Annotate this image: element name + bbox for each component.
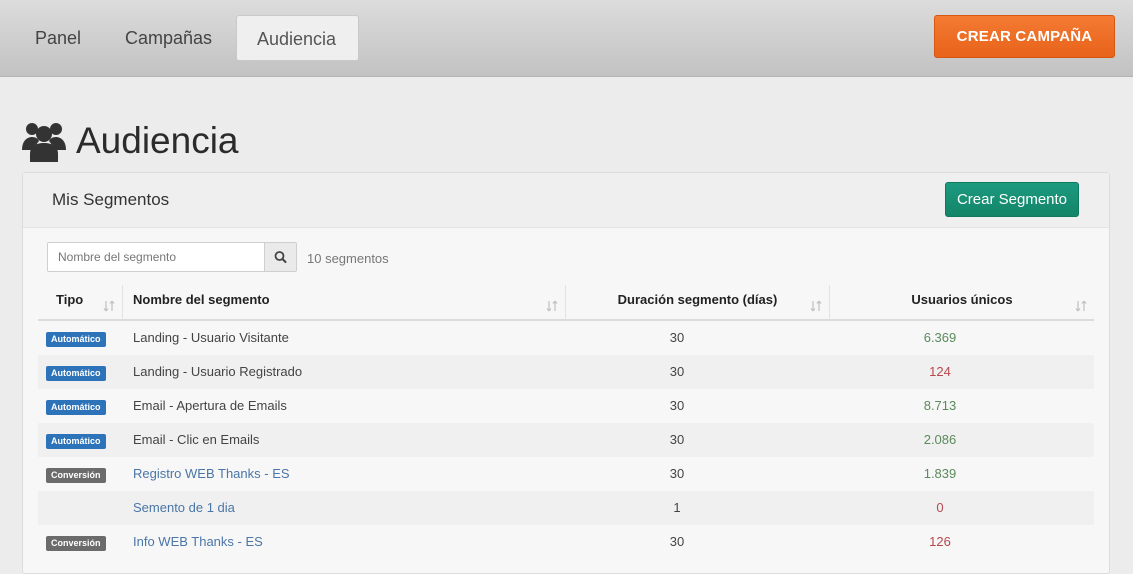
segment-duration: 30: [669, 364, 685, 379]
type-badge: Conversión: [46, 536, 106, 551]
segment-duration: 1: [673, 500, 681, 515]
search-group: [47, 242, 297, 272]
column-header-label: Nombre del segmento: [133, 292, 270, 307]
table-row[interactable]: Conversión Info WEB Thanks - ES 30 126: [38, 525, 1094, 559]
create-segment-button[interactable]: Crear Segmento: [945, 182, 1079, 217]
create-campaign-button[interactable]: CREAR CAMPAÑA: [934, 15, 1115, 58]
sort-icon: [810, 300, 822, 312]
segment-duration: 30: [669, 398, 685, 413]
column-header-duration[interactable]: Duración segmento (días): [566, 285, 830, 319]
table-row[interactable]: Automático Landing - Usuario Visitante 3…: [38, 321, 1094, 355]
segment-search-input[interactable]: [47, 242, 264, 272]
table-row[interactable]: Conversión Registro WEB Thanks - ES 30 1…: [38, 457, 1094, 491]
type-badge: Automático: [46, 332, 106, 347]
segment-name: Email - Apertura de Emails: [133, 398, 287, 413]
type-badge: Automático: [46, 434, 106, 449]
panel-header: Mis Segmentos Crear Segmento: [23, 173, 1109, 228]
column-header-label: Usuarios únicos: [911, 292, 1013, 307]
segment-users: 0: [936, 500, 944, 515]
segment-name-link[interactable]: Registro WEB Thanks - ES: [133, 457, 290, 491]
table-row[interactable]: Automático Email - Apertura de Emails 30…: [38, 389, 1094, 423]
column-header-label: Duración segmento (días): [617, 292, 778, 307]
segment-name: Landing - Usuario Registrado: [133, 364, 303, 379]
type-badge: Automático: [46, 400, 106, 415]
type-badge: Conversión: [46, 468, 106, 483]
table-row[interactable]: Automático Email - Clic en Emails 30 2.0…: [38, 423, 1094, 457]
segments-panel: Mis Segmentos Crear Segmento 10 segmento…: [22, 172, 1110, 574]
sort-icon: [1075, 300, 1087, 312]
segments-table: Tipo Nombre del segmento Duración segmen…: [38, 285, 1094, 559]
segment-users: 126: [929, 534, 951, 549]
table-row[interactable]: Automático Landing - Usuario Registrado …: [38, 355, 1094, 389]
top-navbar: Panel Campañas Audiencia CREAR CAMPAÑA: [0, 0, 1133, 77]
segment-name: Email - Clic en Emails: [133, 432, 260, 447]
segment-duration: 30: [669, 466, 685, 481]
segment-users: 1.839: [923, 466, 957, 481]
nav-item-campaigns[interactable]: Campañas: [105, 15, 232, 61]
table-header: Tipo Nombre del segmento Duración segmen…: [38, 285, 1094, 321]
column-header-name[interactable]: Nombre del segmento: [123, 285, 566, 319]
column-header-users[interactable]: Usuarios únicos: [830, 285, 1094, 319]
segment-count: 10 segmentos: [307, 251, 389, 266]
table-row[interactable]: Semento de 1 dia 1 0: [38, 491, 1094, 525]
segment-name-link[interactable]: Info WEB Thanks - ES: [133, 525, 263, 559]
segment-users: 2.086: [923, 432, 957, 447]
sort-icon: [546, 300, 558, 312]
page-title: Audiencia: [76, 120, 239, 161]
sort-icon: [103, 300, 115, 312]
segment-users: 6.369: [923, 330, 957, 345]
column-header-type[interactable]: Tipo: [38, 285, 123, 319]
search-icon: [274, 251, 287, 263]
type-badge: Automático: [46, 366, 106, 381]
column-header-label: Tipo: [56, 292, 84, 307]
segment-duration: 30: [669, 534, 685, 549]
users-icon: [22, 123, 66, 162]
segment-users: 8.713: [923, 398, 957, 413]
segment-name-link[interactable]: Semento de 1 dia: [133, 491, 235, 525]
search-button[interactable]: [264, 242, 297, 272]
segment-duration: 30: [669, 432, 685, 447]
panel-title: Mis Segmentos: [52, 190, 170, 209]
segment-duration: 30: [669, 330, 685, 345]
segment-users: 124: [929, 364, 951, 379]
segment-name: Landing - Usuario Visitante: [133, 330, 289, 345]
nav-item-audience[interactable]: Audiencia: [236, 15, 359, 61]
nav-item-panel[interactable]: Panel: [15, 15, 101, 61]
